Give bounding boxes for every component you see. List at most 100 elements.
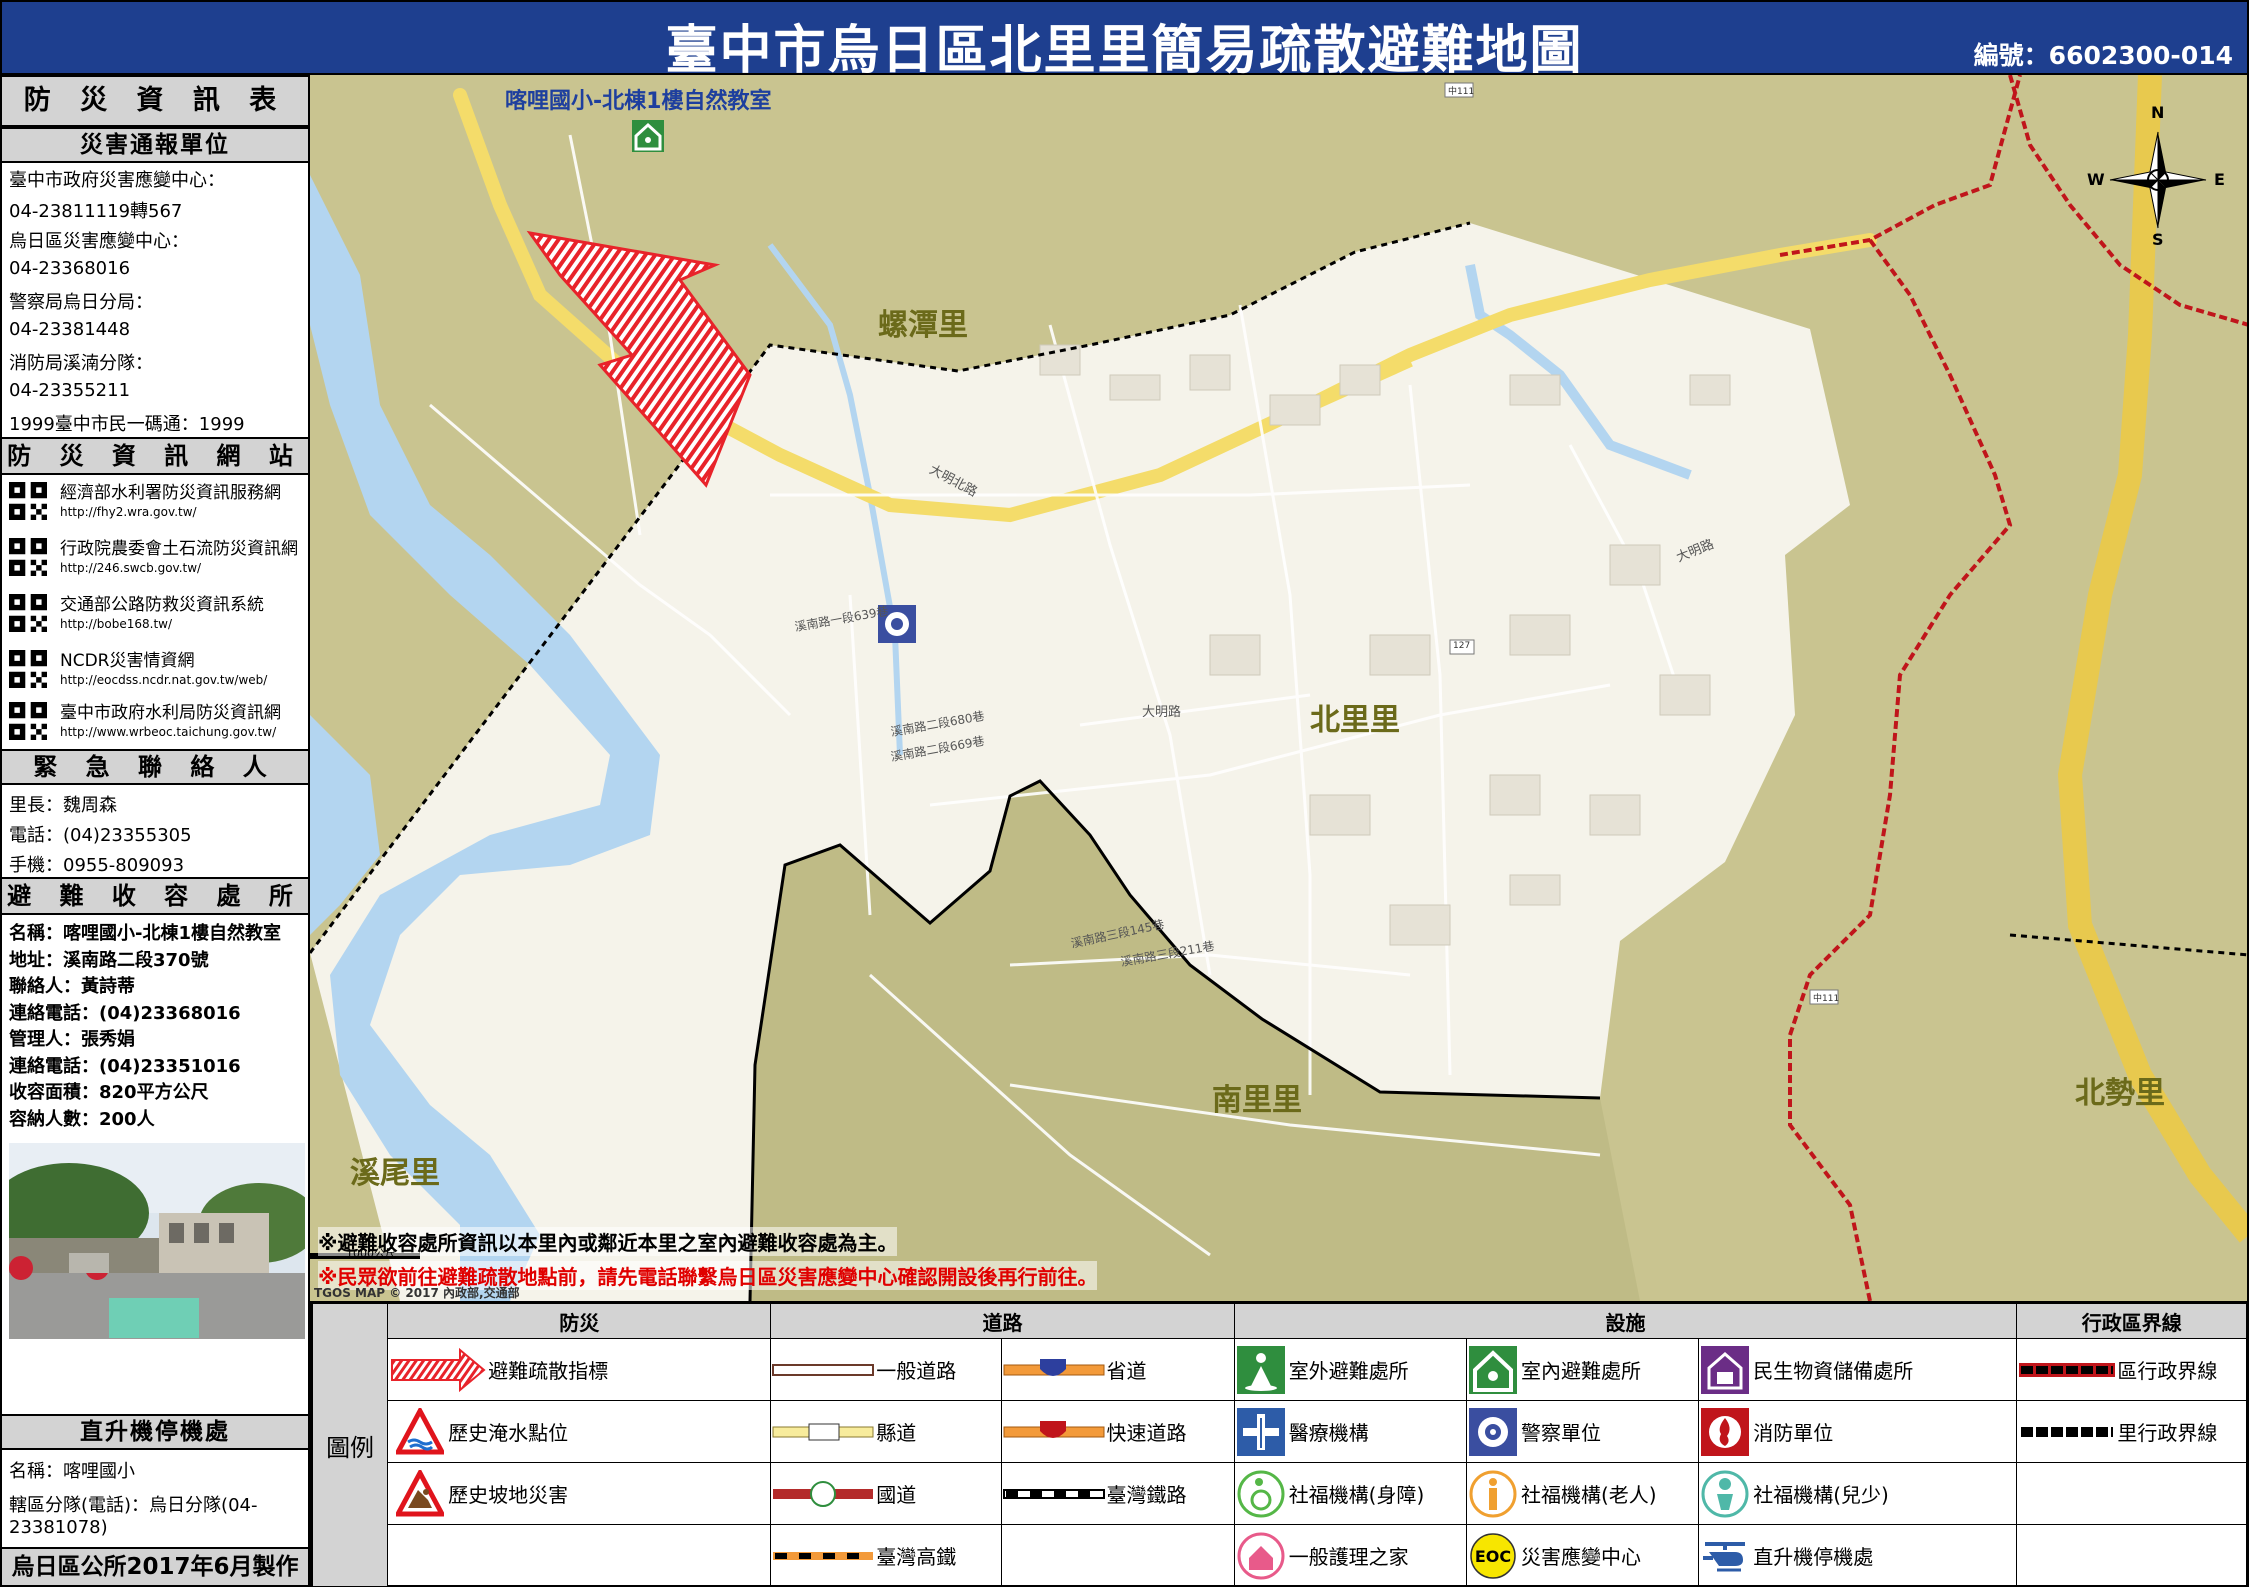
scale-label: 1000公尺	[346, 1247, 396, 1260]
road-label: 大明路	[1142, 705, 1182, 720]
legend-item: EOC 災害應變中心	[1467, 1525, 1698, 1586]
village-label-xiwei: 溪尾里	[350, 1156, 440, 1191]
helipad-title: 直升機停機處	[2, 1414, 308, 1450]
provincial-road-icon	[1003, 1358, 1105, 1376]
website-url[interactable]: http://eocdss.ncdr.nat.gov.tw/web/	[60, 673, 267, 687]
info-table-title: 防 災 資 訊 表	[2, 75, 308, 127]
shelter-line: 容納人數：200人	[9, 1109, 155, 1130]
police-icon	[1468, 1407, 1517, 1456]
legend-item: 社福機構(身障)	[1235, 1463, 1466, 1524]
map-number: 編號：6602300-014	[1973, 41, 2233, 70]
helicopter-icon	[1703, 1541, 1746, 1571]
legend-label: 社福機構(身障)	[1288, 1483, 1425, 1507]
shelter-line: 連絡電話：(04)23351016	[9, 1056, 241, 1077]
legend-label: 臺灣鐵路	[1106, 1483, 1187, 1507]
website-url[interactable]: http://246.swcb.gov.tw/	[60, 561, 201, 575]
legend-item: 歷史淹水點位	[388, 1401, 770, 1462]
report-units-title: 災害通報單位	[2, 127, 308, 163]
welfare-elderly-icon	[1469, 1470, 1517, 1517]
legend-label: 臺灣高鐵	[876, 1545, 957, 1569]
legend-label: 社福機構(老人)	[1520, 1483, 1657, 1507]
legend-item: 快速道路	[1002, 1401, 1234, 1462]
shelter-map-label: 喀哩國小-北棟1樓自然教室	[505, 89, 772, 114]
district-boundary-icon	[2019, 1362, 2116, 1377]
county-road-icon	[772, 1423, 874, 1440]
legend-label: 快速道路	[1106, 1421, 1187, 1445]
shelter-line: 管理人：張秀娟	[9, 1029, 135, 1050]
eoc-icon: EOC	[1470, 1532, 1516, 1579]
shelter-photo	[9, 1143, 305, 1339]
website-link[interactable]: 交通部公路防救災資訊系統	[60, 590, 264, 615]
legend-side-label: 圖例	[311, 1303, 389, 1587]
helipad-line: 轄區分隊(電話)：烏日分隊(04-	[9, 1495, 258, 1516]
legend-item: 警察單位	[1467, 1401, 1698, 1462]
legend-item: 里行政界線	[2017, 1401, 2246, 1462]
report-line: 臺中市政府災害應變中心：	[9, 170, 225, 191]
legend-item: 一般道路	[771, 1339, 1000, 1400]
contact-line: 里長：魏周森	[9, 795, 117, 816]
supply-storage-icon	[1701, 1345, 1750, 1394]
legend-item: 醫療機構	[1235, 1401, 1466, 1462]
legend-item: 室內避難處所	[1467, 1339, 1698, 1400]
high-speed-rail-icon	[773, 1551, 874, 1560]
info-sidebar: 防 災 資 訊 表 災害通報單位 臺中市政府災害應變中心： 04-2381111…	[0, 75, 310, 1587]
shelter-title: 避 難 收 容 處 所	[2, 877, 308, 915]
indoor-shelter-icon	[1468, 1345, 1517, 1394]
shelter-line: 地址：溪南路二段370號	[9, 950, 209, 971]
qr-code-icon	[9, 650, 47, 688]
legend-label: 災害應變中心	[1520, 1545, 1641, 1569]
website-link[interactable]: NCDR災害情資網	[60, 646, 195, 671]
compass-s: S	[2152, 230, 2164, 249]
district-boundary	[1779, 75, 2247, 327]
legend-panel: 圖例 防災 道路 設施 行政區界線 避難疏散指標 一般道路 省道 室外避難處所 …	[310, 1301, 2249, 1587]
website-url[interactable]: http://www.wrbeoc.taichung.gov.tw/	[60, 725, 276, 739]
legend-item: 一般護理之家	[1235, 1525, 1466, 1586]
legend-label: 社福機構(兒少)	[1753, 1483, 1889, 1507]
website-url[interactable]: http://fhy2.wra.gov.tw/	[60, 505, 197, 519]
legend-label: 國道	[876, 1483, 917, 1507]
compass-w: W	[2087, 170, 2105, 189]
legend-label: 醫療機構	[1288, 1421, 1369, 1445]
legend-label: 省道	[1106, 1359, 1147, 1383]
compass-e: E	[2214, 170, 2225, 189]
websites-title: 防 災 資 訊 網 站	[2, 437, 308, 475]
village-boundary-east	[2009, 933, 2247, 957]
village-label-luotan: 螺潭里	[878, 308, 968, 343]
legend-label: 直升機停機處	[1753, 1545, 1874, 1569]
railway-icon	[1002, 1488, 1105, 1499]
outdoor-shelter-icon	[1236, 1345, 1285, 1394]
legend-label: 區行政界線	[2117, 1359, 2218, 1383]
legend-header-roads: 道路	[770, 1303, 1235, 1339]
helipad-line: 23381078)	[9, 1517, 108, 1538]
report-line: 1999臺中市民一碼通：1999	[9, 414, 245, 435]
nursing-home-icon	[1237, 1532, 1285, 1579]
landslide-icon	[396, 1469, 445, 1516]
legend-header-facilities: 設施	[1233, 1303, 2018, 1339]
report-line: 04-23811119轉567	[9, 201, 183, 222]
village-label-nanli: 南里里	[1212, 1083, 1302, 1118]
svg-text:EOC: EOC	[1475, 1547, 1511, 1566]
website-link[interactable]: 臺中市政府水利局防災資訊網	[60, 698, 281, 723]
legend-label: 避難疏散指標	[488, 1359, 609, 1383]
map-area[interactable]: 喀哩國小-北棟1樓自然教室 螺潭里 北里里 南里里 溪尾里 北勢里 大明路 大明…	[310, 75, 2249, 1301]
legend-header-boundaries: 行政區界線	[2016, 1303, 2247, 1339]
report-line: 04-23368016	[9, 258, 131, 279]
contact-title: 緊 急 聯 絡 人	[2, 749, 308, 785]
welfare-children-icon	[1701, 1470, 1749, 1517]
evacuation-arrow-icon	[391, 1347, 486, 1392]
report-line: 04-23381448	[9, 319, 131, 340]
legend-item: 民生物資儲備處所	[1699, 1339, 2016, 1400]
website-url[interactable]: http://bobe168.tw/	[60, 617, 172, 631]
legend-table: 圖例 防災 道路 設施 行政區界線 避難疏散指標 一般道路 省道 室外避難處所 …	[311, 1303, 2247, 1587]
legend-label: 室內避難處所	[1520, 1359, 1641, 1383]
qr-code-icon	[9, 482, 47, 520]
website-link[interactable]: 行政院農委會土石流防災資訊網	[60, 534, 298, 559]
website-link[interactable]: 經濟部水利署防災資訊服務網	[60, 478, 281, 503]
legend-header-disaster: 防災	[387, 1303, 772, 1339]
report-line: 04-23355211	[9, 380, 131, 401]
evacuation-arrow	[526, 230, 752, 488]
legend-item: 歷史坡地災害	[388, 1463, 770, 1524]
legend-label: 一般護理之家	[1288, 1545, 1409, 1569]
indoor-shelter-map-icon	[632, 120, 664, 152]
village-label-beili: 北里里	[1310, 703, 1400, 738]
